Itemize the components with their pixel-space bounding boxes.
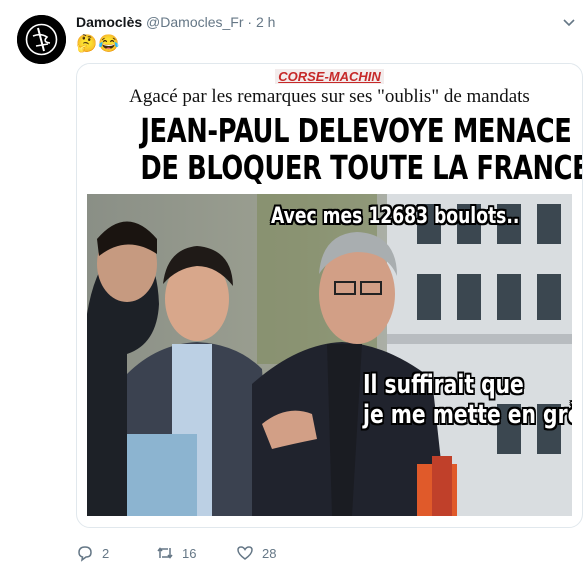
headline-line-2: DE BLOQUER TOUTE LA FRANCE [140,148,583,187]
meme-headline: JEAN-PAUL DELEVOYE MENACE DE BLOQUER TOU… [140,111,583,187]
like-button[interactable]: 28 [236,542,276,564]
tweet-header: Damoclès @Damocles_Fr · 2 h [76,14,275,30]
laughing-emoji: 😂 [98,34,120,53]
source-label: CORSE-MACHIN [87,68,572,86]
caption-bottom-line-2: je me mette en grève [363,400,572,430]
retweet-count: 16 [182,545,197,561]
meme-photo[interactable]: Avec mes 12683 boulots.. Il suffirait qu… [87,194,572,516]
reply-count: 2 [102,545,110,561]
headline-line-1: JEAN-PAUL DELEVOYE MENACE [140,111,572,150]
chevron-down-icon[interactable] [561,14,577,30]
like-count: 28 [262,545,277,561]
retweet-button[interactable]: 16 [156,542,196,564]
separator: · [247,14,253,30]
author-handle[interactable]: @Damocles_Fr [146,14,243,30]
source-label-text: CORSE-MACHIN [275,69,384,84]
tweet[interactable]: Damoclès @Damocles_Fr · 2 h 🤔😂 CORSE-MAC… [0,0,587,573]
meme-header: CORSE-MACHIN Agacé par les remarques sur… [87,64,583,194]
tweet-time[interactable]: 2 h [256,14,275,30]
caption-top: Avec mes 12683 boulots.. [271,204,520,229]
photo-illustration [87,194,572,516]
caption-bottom-line-1: Il suffirait que [363,370,524,400]
tweet-text: 🤔😂 [76,34,120,54]
heart-icon [237,546,253,560]
avatar[interactable] [17,15,66,64]
caption-bottom: Il suffirait que je me mette en grève [363,370,572,430]
media-card[interactable]: CORSE-MACHIN Agacé par les remarques sur… [76,63,583,528]
retweet-icon [157,547,173,559]
meme-subtitle: Agacé par les remarques sur ses "oublis"… [129,86,530,107]
thinking-emoji: 🤔 [76,34,98,53]
author-name[interactable]: Damoclès [76,14,142,30]
reply-icon [78,546,92,562]
reply-button[interactable]: 2 [76,542,109,564]
damocles-logo-icon [17,15,66,64]
